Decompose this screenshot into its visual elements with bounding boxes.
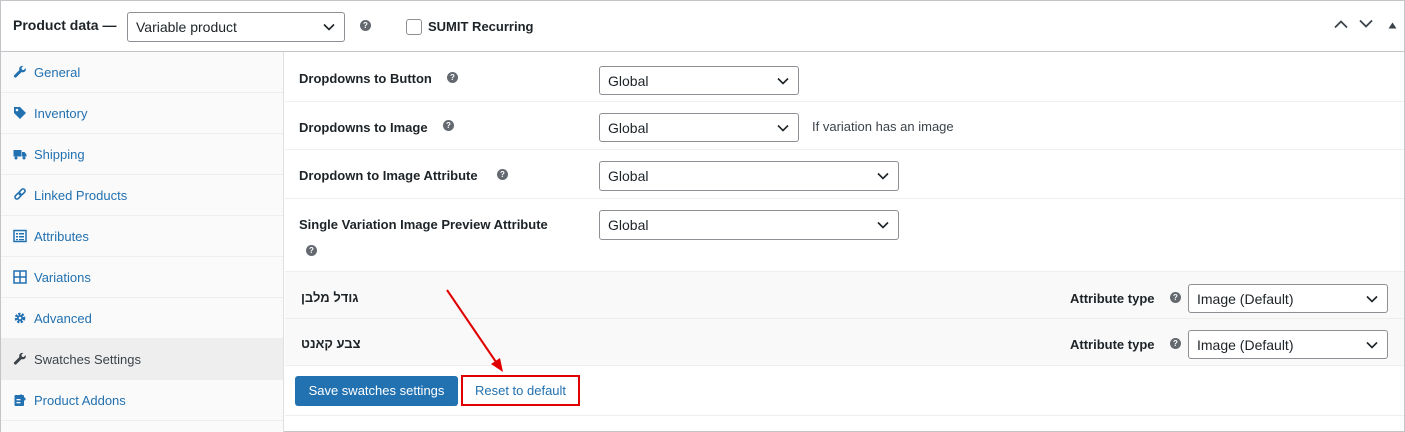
annotation-arrow [446,289,503,372]
sidebar-item-shipping[interactable]: Shipping [1,134,283,175]
product-type-select[interactable]: Variable product [127,12,345,42]
collapse-toggle-icon[interactable] [1388,22,1397,29]
sidebar-item-attributes[interactable]: Attributes [1,216,283,257]
attribute-name: גודל מלבן [301,290,359,305]
help-icon[interactable]: ? [306,245,317,256]
sidebar-item-linked-products[interactable]: Linked Products [1,175,283,216]
dropdown-to-image-attribute-label: Dropdown to Image Attribute [299,168,478,183]
dropdowns-to-image-select[interactable]: Global [599,113,799,142]
help-icon[interactable]: ? [443,120,454,131]
dropdowns-to-button-select[interactable]: Global [599,66,799,95]
chevron-down-icon [1366,295,1378,303]
sidebar-item-label: Shipping [34,147,85,162]
truck-icon [13,150,27,160]
product-data-title: Product data — [13,17,117,33]
sidebar-item-label: Advanced [34,311,92,326]
chevron-down-icon [323,23,335,31]
sidebar-item-variations[interactable]: Variations [1,257,283,298]
sumit-recurring-checkbox[interactable] [406,19,422,35]
save-swatches-settings-button[interactable]: Save swatches settings [295,376,458,406]
sidebar-item-label: Swatches Settings [34,352,141,367]
sidebar-item-label: Attributes [34,229,89,244]
wrench-icon [13,352,26,365]
help-icon[interactable]: ? [1170,292,1181,303]
attribute-type-select[interactable]: Image (Default) [1188,330,1388,359]
sidebar-item-product-addons[interactable]: Product Addons [1,380,283,421]
reset-to-default-button[interactable]: Reset to default [461,375,580,406]
sidebar-item-label: General [34,65,81,80]
chevron-up-icon[interactable] [1334,19,1348,29]
tag-icon [14,107,26,119]
help-icon[interactable]: ? [497,169,508,180]
product-data-header: Product data — Variable product ? SUMIT … [1,1,1404,52]
chevron-down-icon [1366,341,1378,349]
addon-icon [14,394,26,406]
list-icon [13,229,27,243]
help-icon[interactable]: ? [360,20,371,31]
setting-row-dropdowns-to-button: Dropdowns to Button ? Global [285,52,1404,102]
help-icon[interactable]: ? [447,72,458,83]
product-data-panel: Product data — Variable product ? SUMIT … [0,0,1405,432]
sidebar-item-swatches-settings[interactable]: Swatches Settings [1,339,283,380]
sidebar-item-label: Product Addons [34,393,126,408]
sidebar-item-label: Variations [34,270,91,285]
dropdowns-to-image-value: Global [608,119,649,136]
dropdown-to-image-attribute-value: Global [608,168,649,184]
grid-icon [13,270,27,284]
sumit-recurring-label: SUMIT Recurring [428,19,534,34]
setting-row-dropdowns-to-image: Dropdowns to Image ? Global If variation… [285,102,1404,150]
dropdowns-to-image-label: Dropdowns to Image [299,120,428,135]
sidebar-item-general[interactable]: General [1,52,283,93]
dropdowns-to-image-note: If variation has an image [812,119,954,134]
gear-icon [14,312,26,324]
chevron-down-icon [877,221,889,229]
wrench-icon [13,65,26,78]
chevron-down-icon [877,172,889,180]
dropdown-to-image-attribute-select[interactable]: Global [599,161,899,191]
attribute-type-select[interactable]: Image (Default) [1188,284,1388,313]
setting-row-single-variation-preview: Single Variation Image Preview Attribute… [285,199,1404,272]
sidebar-item-advanced[interactable]: Advanced [1,298,283,339]
product-type-value: Variable product [136,19,237,35]
single-variation-preview-select[interactable]: Global [599,210,899,240]
chevron-down-icon [777,77,789,85]
link-icon [14,188,26,200]
help-icon[interactable]: ? [1170,338,1181,349]
sidebar-item-label: Inventory [34,106,88,121]
dropdowns-to-button-value: Global [608,72,649,89]
attribute-name: צבע קאנט [301,336,361,351]
product-data-tabs: General Inventory Shipping Linked Produc… [1,52,284,432]
attribute-type-label: Attribute type [1070,291,1155,306]
sidebar-item-label: Linked Products [34,188,128,203]
sidebar-item-inventory[interactable]: Inventory [1,93,283,134]
attribute-type-value: Image (Default) [1197,336,1294,353]
dropdowns-to-button-label: Dropdowns to Button [299,71,432,86]
attribute-type-value: Image (Default) [1197,290,1294,307]
chevron-down-icon [777,124,789,132]
single-variation-preview-value: Global [608,217,649,233]
setting-row-dropdown-to-image-attribute: Dropdown to Image Attribute ? Global [285,150,1404,199]
single-variation-preview-label: Single Variation Image Preview Attribute [299,217,548,232]
chevron-down-icon[interactable] [1359,19,1373,29]
attribute-type-label: Attribute type [1070,337,1155,352]
